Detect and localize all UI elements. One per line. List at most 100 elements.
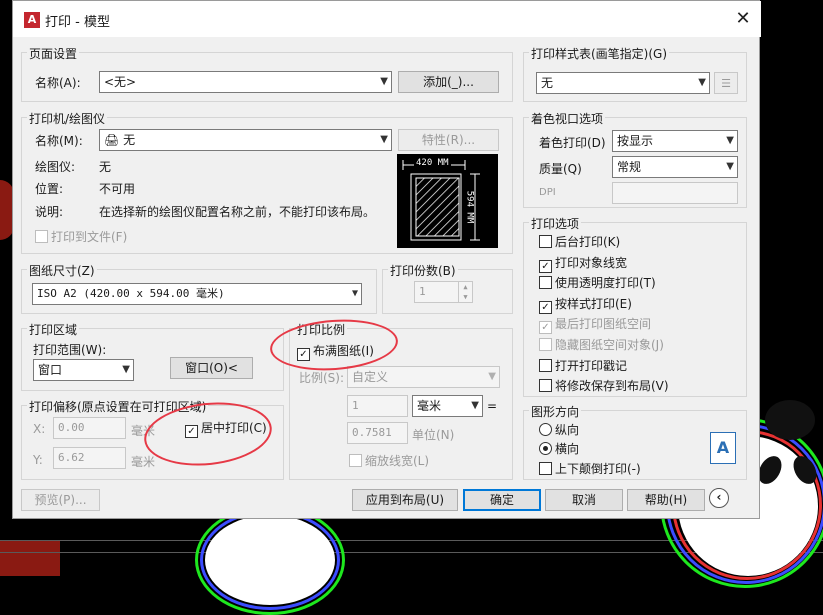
help-button[interactable]: 帮助(H) [627, 489, 705, 511]
dpi-label: DPI [539, 187, 556, 198]
chevron-down-icon: ▼ [380, 134, 388, 145]
chevron-down-icon: ▼ [471, 400, 479, 411]
plot-option-label: 隐藏图纸空间对象(J) [555, 338, 664, 352]
edit-style-icon: ☰ [721, 77, 731, 90]
canvas-decoration [205, 515, 335, 605]
paper-height-label: 594 MM [464, 190, 475, 224]
landscape-radio[interactable]: 横向 [539, 441, 579, 457]
paper-preview: 420 MM 594 MM [397, 154, 498, 248]
scale-value1-input[interactable]: 1 [347, 395, 408, 417]
orientation-title: 图形方向 [529, 403, 582, 420]
chevron-down-icon: ▼ [698, 77, 706, 88]
plot-option-checkbox[interactable]: ✓ 打印对象线宽 [539, 255, 628, 273]
shade-plot-label: 着色打印(D) [539, 136, 606, 150]
plotter-value: 无 [99, 160, 112, 174]
offset-x-input[interactable]: 0.00 [53, 417, 126, 439]
copies-value: 1 [419, 285, 426, 298]
check-icon: ✓ [539, 300, 552, 314]
plot-option-checkbox[interactable]: 使用透明度打印(T) [539, 275, 656, 291]
plot-options-title: 打印选项 [529, 215, 582, 232]
portrait-label: 纵向 [555, 423, 580, 437]
plot-option-checkbox[interactable]: 后台打印(K) [539, 234, 620, 250]
checkbox-box [539, 235, 552, 248]
check-icon: ✓ [539, 259, 552, 273]
page-setup-name-value: <无> [104, 75, 137, 89]
paper-preview-graphic [402, 160, 480, 241]
close-icon[interactable]: ✕ [731, 7, 755, 31]
scale-select[interactable]: 自定义 ▼ [347, 366, 500, 388]
paper-size-title: 图纸尺寸(Z) [27, 262, 97, 279]
copies-input[interactable]: 1 ▲ ▼ [414, 281, 473, 303]
dpi-input[interactable] [612, 182, 738, 204]
description-value: 在选择新的绘图仪配置名称之前，不能打印该布局。 [99, 205, 376, 219]
window-pick-button[interactable]: 窗口(O)< [170, 357, 253, 379]
print-dialog: A 打印 - 模型 ✕ 页面设置 名称(A): <无> ▼ 添加(_)... 打… [12, 0, 761, 519]
collapse-chevron-icon[interactable]: ‹ [709, 488, 729, 508]
plot-option-checkbox[interactable]: 打开打印戳记 [539, 358, 627, 374]
plot-style-select[interactable]: 无 ▼ [536, 72, 710, 94]
plot-option-label: 使用透明度打印(T) [555, 276, 656, 291]
plot-style-value: 无 [541, 76, 554, 90]
portrait-radio[interactable]: 纵向 [539, 422, 579, 438]
plot-range-select[interactable]: 窗口 ▼ [33, 359, 134, 381]
quality-select[interactable]: 常规 ▼ [612, 156, 738, 178]
add-page-setup-button[interactable]: 添加(_)... [398, 71, 499, 93]
chevron-down-icon: ▼ [122, 364, 130, 375]
printer-properties-button[interactable]: 特性(R)... [398, 129, 499, 151]
edit-plot-style-button[interactable]: ☰ [714, 72, 738, 94]
radio-dot [539, 423, 552, 436]
check-icon: ✓ [539, 321, 552, 335]
plot-range-value: 窗口 [38, 363, 63, 377]
paper-size-select[interactable]: ISO A2 (420.00 x 594.00 毫米) ▼ [32, 283, 362, 305]
printer-name-select[interactable]: 🖨 无 ▼ [99, 129, 392, 151]
spin-down-icon[interactable]: ▼ [458, 292, 472, 302]
offset-y-input[interactable]: 6.62 [53, 447, 126, 469]
description-label: 说明: [35, 205, 64, 219]
cancel-button[interactable]: 取消 [545, 489, 623, 511]
chevron-down-icon: ▼ [380, 76, 388, 87]
scale-lineweights-checkbox[interactable]: 缩放线宽(L) [349, 453, 429, 469]
title-bar: A 打印 - 模型 ✕ [13, 1, 761, 37]
shade-plot-select[interactable]: 按显示 ▼ [612, 130, 738, 152]
scale-lineweights-label: 缩放线宽(L) [365, 454, 430, 468]
plot-option-checkbox[interactable]: 将修改保存到布局(V) [539, 378, 669, 394]
preview-button[interactable]: 预览(P)... [21, 489, 100, 511]
printer-name-label: 名称(M): [35, 134, 83, 148]
apply-to-layout-button[interactable]: 应用到布局(U) [352, 489, 458, 511]
print-to-file-checkbox[interactable]: 打印到文件(F) [35, 229, 127, 245]
equals-sign: = [487, 399, 498, 413]
landscape-label: 横向 [555, 442, 580, 456]
checkbox-box [539, 379, 552, 393]
plot-style-title: 打印样式表(画笔指定)(G) [529, 45, 670, 62]
page-setup-name-select[interactable]: <无> ▼ [99, 71, 392, 93]
printer-name-value: 无 [123, 133, 136, 147]
plot-option-checkbox[interactable]: ✓ 最后打印图纸空间 [539, 316, 652, 335]
orientation-preview-icon: A [710, 432, 736, 464]
offset-x-label: X: [33, 422, 46, 436]
checkbox-box [539, 338, 552, 351]
chevron-down-icon: ▼ [726, 161, 734, 172]
scale-value2-input[interactable]: 0.7581 [347, 422, 408, 444]
plotter-label: 绘图仪: [35, 160, 76, 174]
plot-option-label: 后台打印(K) [555, 235, 621, 249]
checkbox-box [539, 276, 552, 290]
plot-option-checkbox[interactable]: 隐藏图纸空间对象(J) [539, 337, 664, 353]
radio-dot [539, 442, 552, 455]
paper-width-label: 420 MM [414, 158, 451, 168]
unit-label: 单位(N) [412, 428, 455, 442]
quality-label: 质量(Q) [539, 162, 582, 176]
plot-option-checkbox[interactable]: ✓ 按样式打印(E) [539, 296, 632, 314]
printer-icon: 🖨 [104, 133, 120, 147]
scale-unit-value: 毫米 [417, 399, 442, 413]
spin-up-icon[interactable]: ▲ [458, 282, 472, 292]
plot-option-label: 最后打印图纸空间 [555, 317, 652, 332]
ok-button[interactable]: 确定 [463, 489, 541, 511]
upside-down-checkbox[interactable]: 上下颠倒打印(-) [539, 461, 641, 477]
plot-option-label: 打印对象线宽 [555, 255, 628, 270]
plot-area-title: 打印区域 [27, 321, 80, 338]
location-value: 不可用 [99, 182, 136, 196]
plot-option-label: 将修改保存到布局(V) [555, 379, 669, 394]
scale-unit-select[interactable]: 毫米 ▼ [412, 395, 483, 417]
checkbox-box [539, 462, 552, 475]
upside-down-label: 上下颠倒打印(-) [555, 462, 641, 476]
